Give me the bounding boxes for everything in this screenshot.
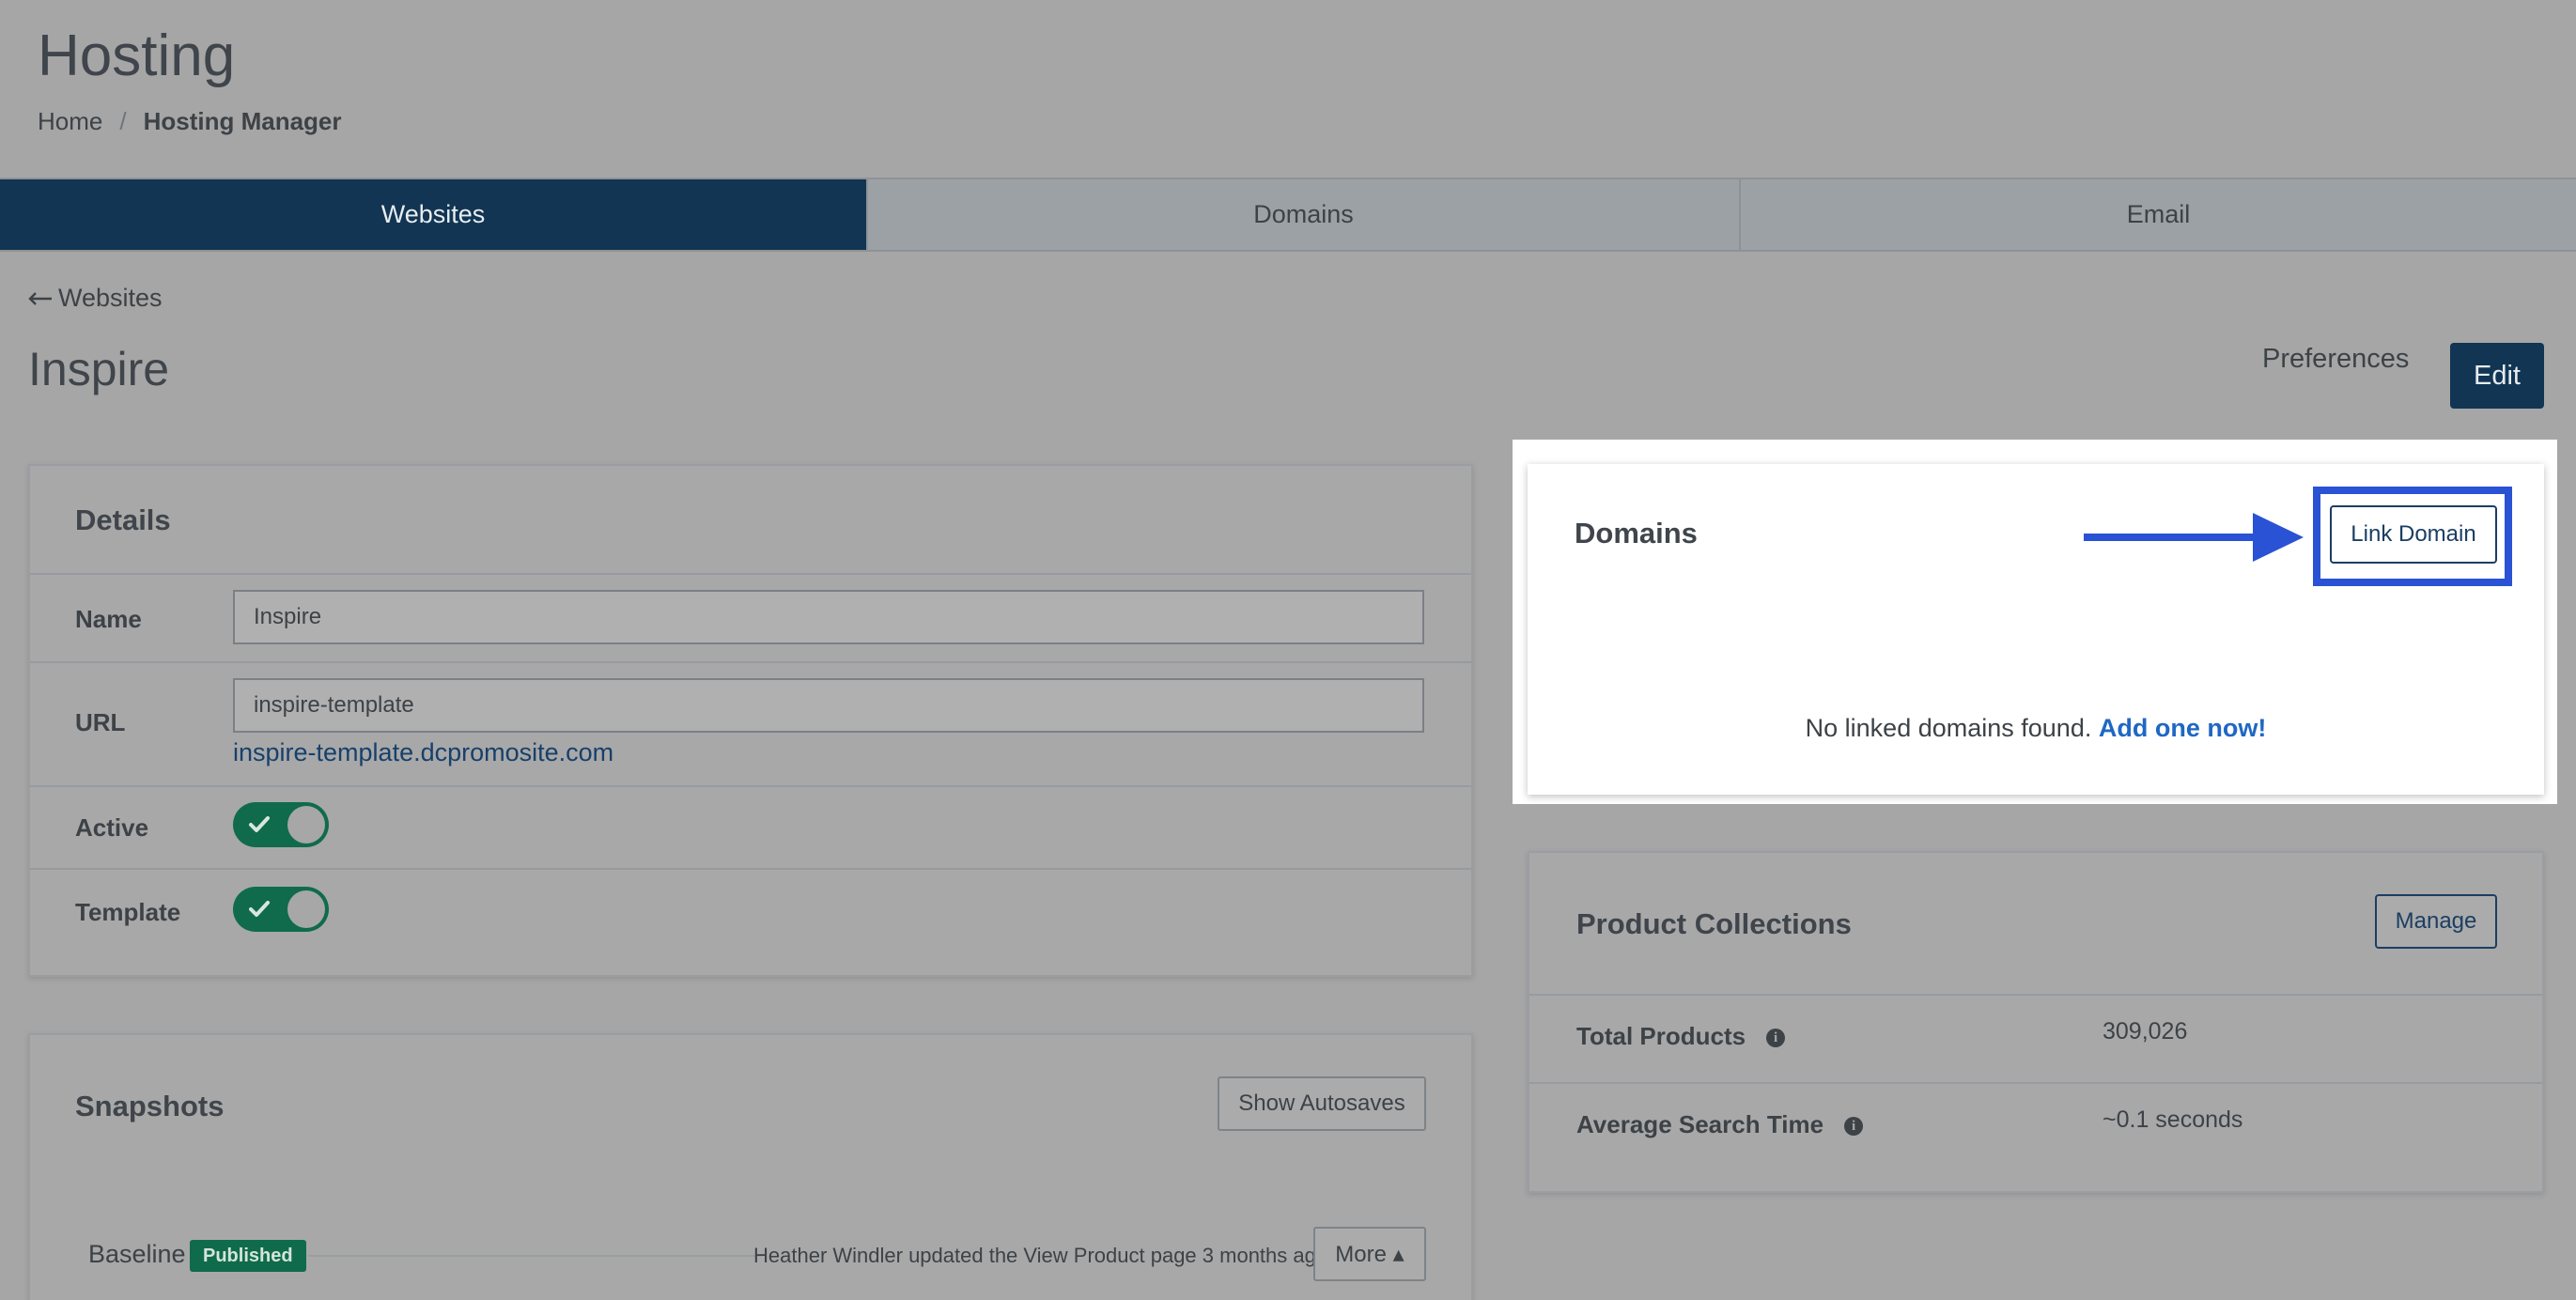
site-url-link[interactable]: inspire-template.dcpromosite.com [233, 738, 613, 767]
published-badge: Published [190, 1240, 306, 1272]
show-autosaves-button[interactable]: Show Autosaves [1218, 1076, 1426, 1131]
snapshot-meta: Heather Windler updated the View Product… [753, 1244, 1328, 1267]
info-icon[interactable]: i [1766, 1029, 1786, 1048]
back-to-websites-link[interactable]: Websites [28, 284, 163, 313]
edit-button[interactable]: Edit [2450, 343, 2544, 409]
average-search-time-value: ~0.1 seconds [2103, 1107, 2243, 1133]
breadcrumb-home[interactable]: Home [38, 107, 102, 136]
check-icon [249, 816, 270, 832]
snapshot-name: Baseline [88, 1240, 186, 1268]
page-title: Hosting [38, 23, 236, 88]
product-collections-card: Product Collections Manage Total Product… [1528, 851, 2544, 1193]
breadcrumb-current: Hosting Manager [143, 107, 342, 135]
check-icon [249, 901, 270, 917]
divider [30, 785, 1471, 787]
total-products-value: 309,026 [2103, 1018, 2188, 1045]
total-products-text: Total Products [1576, 1022, 1746, 1050]
url-field[interactable] [233, 678, 1424, 733]
annotation-arrow-icon [2084, 513, 2304, 562]
divider [308, 1255, 763, 1257]
site-title: Inspire [28, 343, 170, 395]
name-field[interactable] [233, 590, 1424, 644]
product-collections-title: Product Collections [1576, 907, 1852, 940]
divider [1529, 1082, 2542, 1084]
divider [30, 661, 1471, 663]
divider [30, 868, 1471, 870]
more-button[interactable]: More ▴ [1313, 1227, 1426, 1281]
no-domains-text: No linked domains found. [1805, 714, 2092, 742]
toggle-knob [287, 806, 325, 843]
tab-domains[interactable]: Domains [868, 179, 1741, 250]
back-link-label: Websites [58, 284, 163, 312]
divider [1529, 994, 2542, 996]
tab-websites[interactable]: Websites [0, 179, 868, 250]
breadcrumb-separator: / [119, 107, 127, 135]
url-label: URL [75, 708, 126, 736]
toggle-knob [287, 890, 325, 928]
preferences-button[interactable]: Preferences [2262, 344, 2409, 375]
tab-email[interactable]: Email [1741, 179, 2576, 250]
arrow-left-icon [28, 291, 52, 305]
no-domains-message: No linked domains found. Add one now! [1528, 714, 2544, 743]
breadcrumb: Home / Hosting Manager [38, 107, 342, 136]
active-toggle[interactable] [233, 802, 329, 847]
template-label: Template [75, 898, 181, 926]
details-title: Details [75, 503, 171, 536]
snapshots-title: Snapshots [75, 1090, 225, 1122]
details-card: Details Name URL inspire-template.dcprom… [28, 464, 1473, 977]
name-label: Name [75, 605, 142, 633]
main-tabs: Websites Domains Email [0, 178, 2576, 252]
template-toggle[interactable] [233, 887, 329, 932]
add-domain-link[interactable]: Add one now! [2099, 714, 2266, 742]
divider [30, 573, 1471, 575]
domains-title: Domains [1575, 517, 1698, 549]
manage-button[interactable]: Manage [2375, 894, 2497, 949]
info-icon[interactable]: i [1844, 1117, 1864, 1137]
average-search-time-text: Average Search Time [1576, 1110, 1824, 1138]
snapshots-card: Snapshots Show Autosaves Baseline Publis… [28, 1033, 1473, 1300]
average-search-time-label: Average Search Time i [1576, 1110, 1864, 1139]
link-domain-button[interactable]: Link Domain [2330, 505, 2497, 564]
active-label: Active [75, 813, 149, 842]
total-products-label: Total Products i [1576, 1022, 1786, 1051]
